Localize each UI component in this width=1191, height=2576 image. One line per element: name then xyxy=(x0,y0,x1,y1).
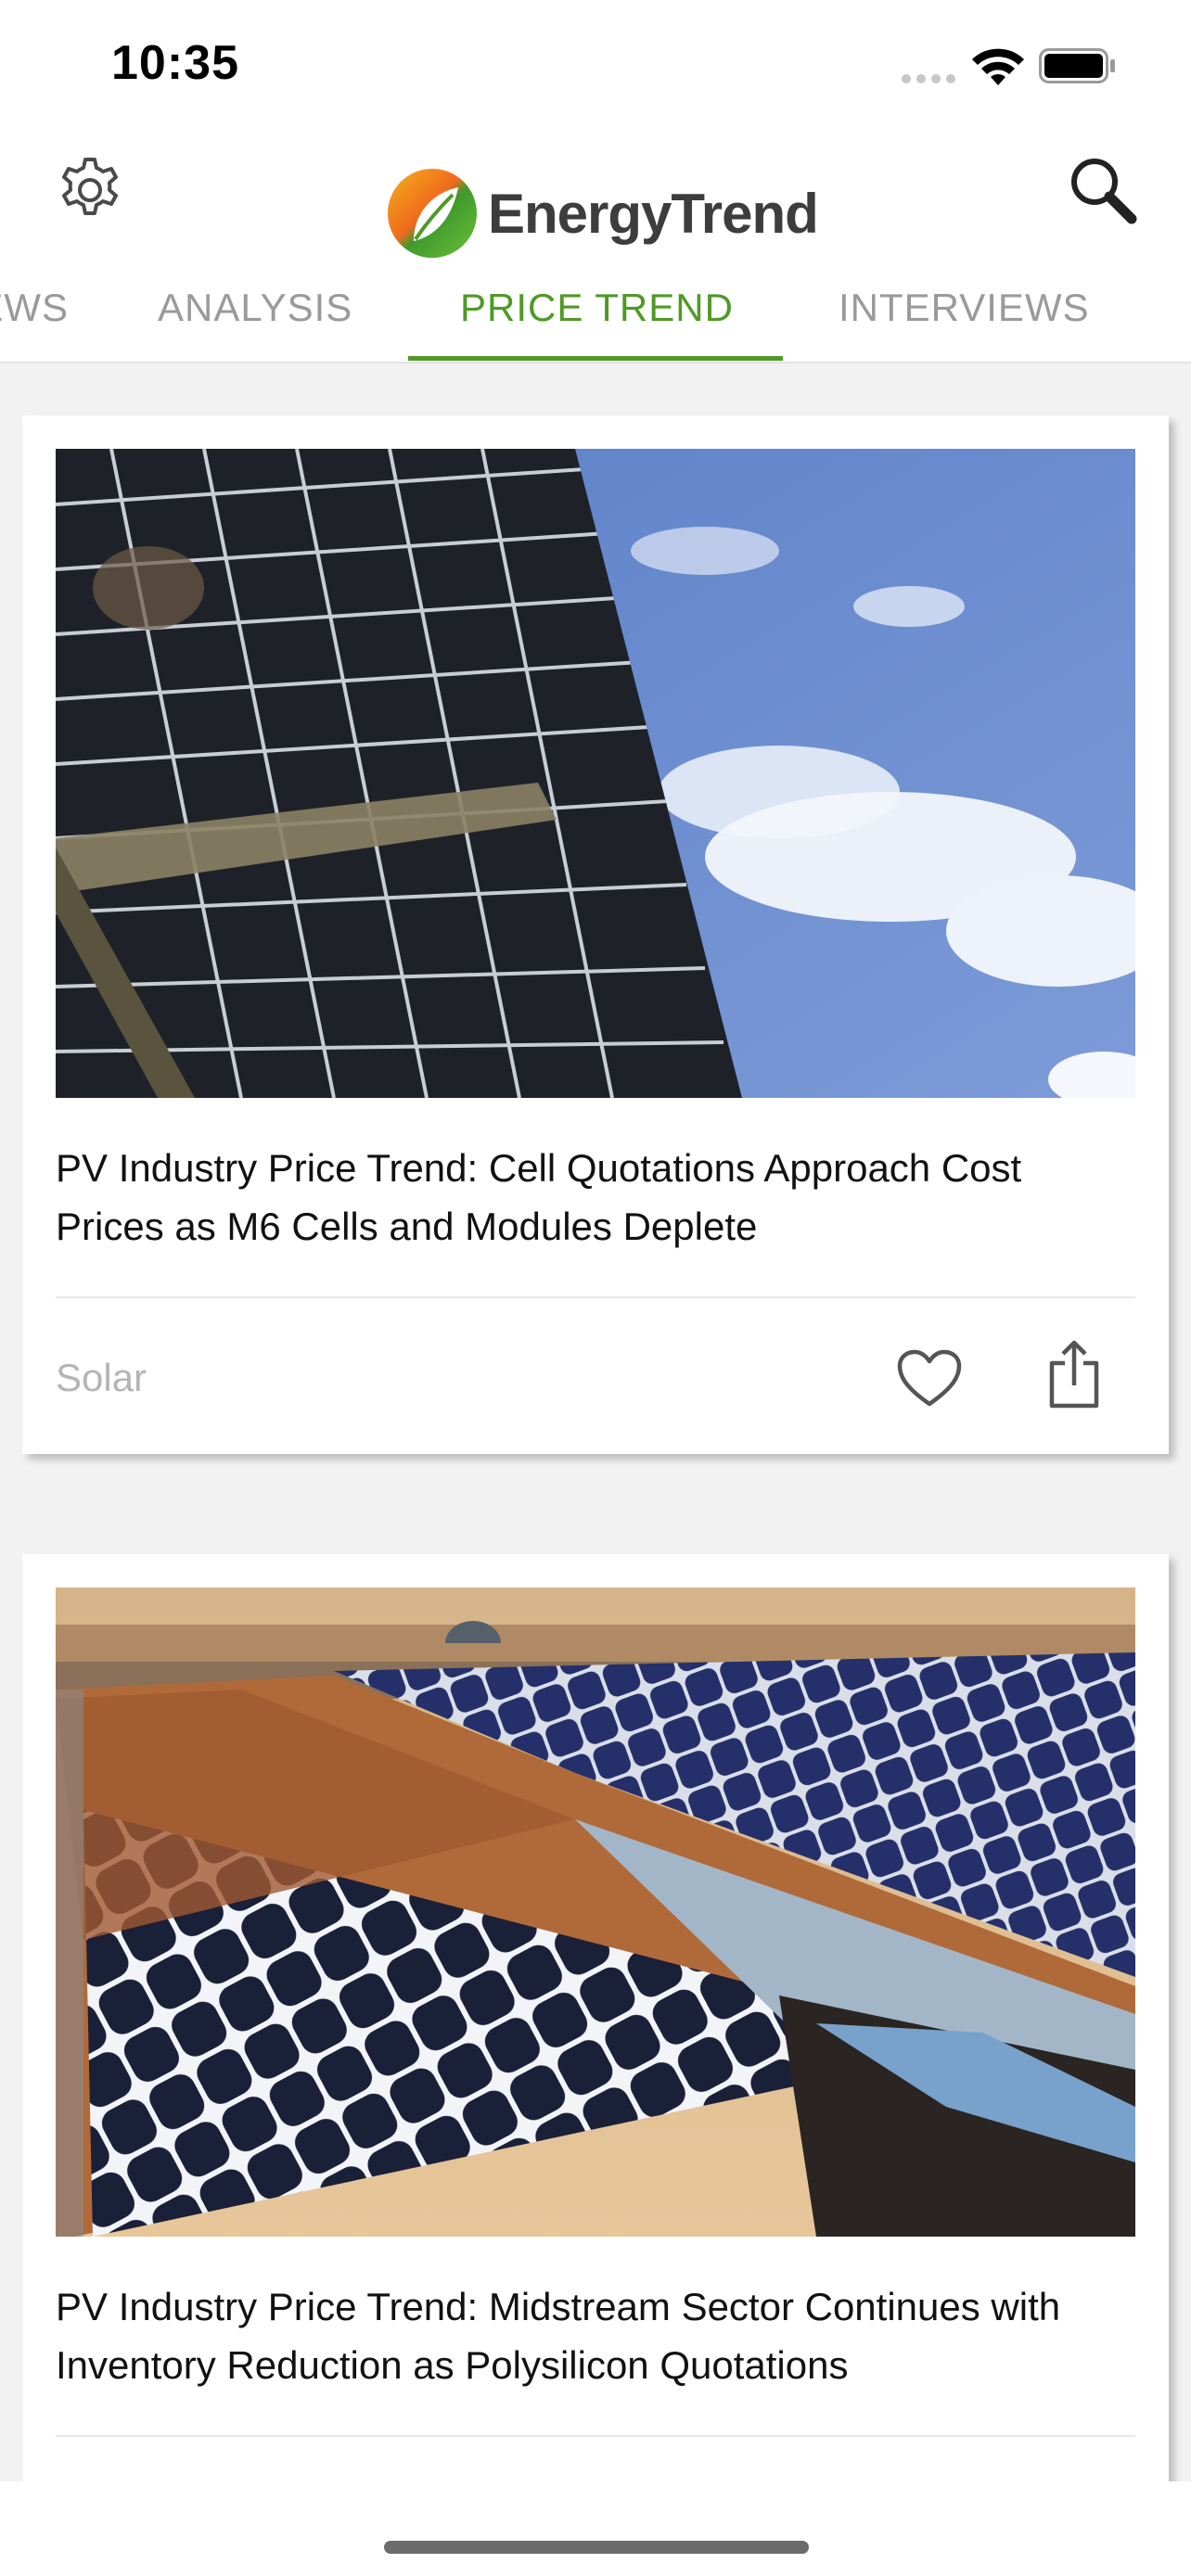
article-card[interactable]: PV Industry Price Trend: Cell Quotations… xyxy=(22,415,1169,1454)
tab-analysis[interactable]: ANALYSIS xyxy=(158,286,352,330)
tab-interviews[interactable]: INTERVIEWS xyxy=(839,286,1090,330)
card-divider xyxy=(56,1296,1135,1298)
wifi-icon xyxy=(972,48,1024,85)
tab-news[interactable]: NEWS xyxy=(0,286,69,330)
status-time: 10:35 xyxy=(111,36,239,90)
active-tab-indicator xyxy=(408,356,783,361)
home-indicator[interactable] xyxy=(384,2541,809,2554)
category-tabs: NEWS ANALYSIS PRICE TREND INTERVIEWS xyxy=(0,278,1191,362)
leaf-logo-icon xyxy=(388,169,477,258)
article-category[interactable]: Solar xyxy=(56,1356,147,1400)
article-image[interactable] xyxy=(56,1588,1135,2237)
battery-icon xyxy=(1039,48,1115,83)
top-bar: 10:35 EnergyTrend WS ANALYSIS PRICE TREN… xyxy=(0,0,1191,363)
article-title[interactable]: PV Industry Price Trend: Midstream Secto… xyxy=(56,2277,1135,2394)
heart-icon[interactable] xyxy=(896,1348,963,1408)
tab-price-trend[interactable]: PRICE TREND xyxy=(460,286,734,330)
cellular-signal-icon xyxy=(902,74,957,85)
bottom-safe-area xyxy=(0,2481,1191,2576)
gear-icon[interactable] xyxy=(56,156,124,224)
search-icon[interactable] xyxy=(1065,154,1139,228)
share-icon[interactable] xyxy=(1046,1339,1102,1409)
brand-name: EnergyTrend xyxy=(488,182,819,245)
article-title[interactable]: PV Industry Price Trend: Cell Quotations… xyxy=(56,1139,1135,1256)
card-divider xyxy=(56,2435,1135,2437)
article-card[interactable]: PV Industry Price Trend: Midstream Secto… xyxy=(22,1554,1169,2500)
brand-logo: EnergyTrend xyxy=(386,167,819,260)
article-image[interactable] xyxy=(56,449,1135,1098)
